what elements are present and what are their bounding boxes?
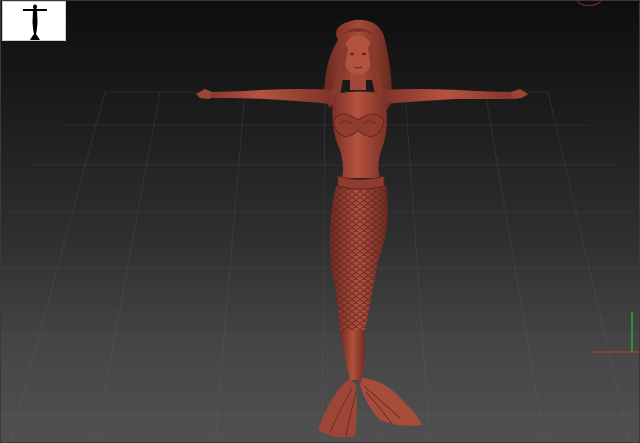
- mermaid-sculpt-model[interactable]: [0, 0, 640, 443]
- 3d-viewport[interactable]: [0, 0, 640, 443]
- model-thumbnail[interactable]: [2, 1, 66, 41]
- axis-gizmo: [594, 312, 640, 353]
- mermaid-silhouette-icon: [23, 4, 47, 40]
